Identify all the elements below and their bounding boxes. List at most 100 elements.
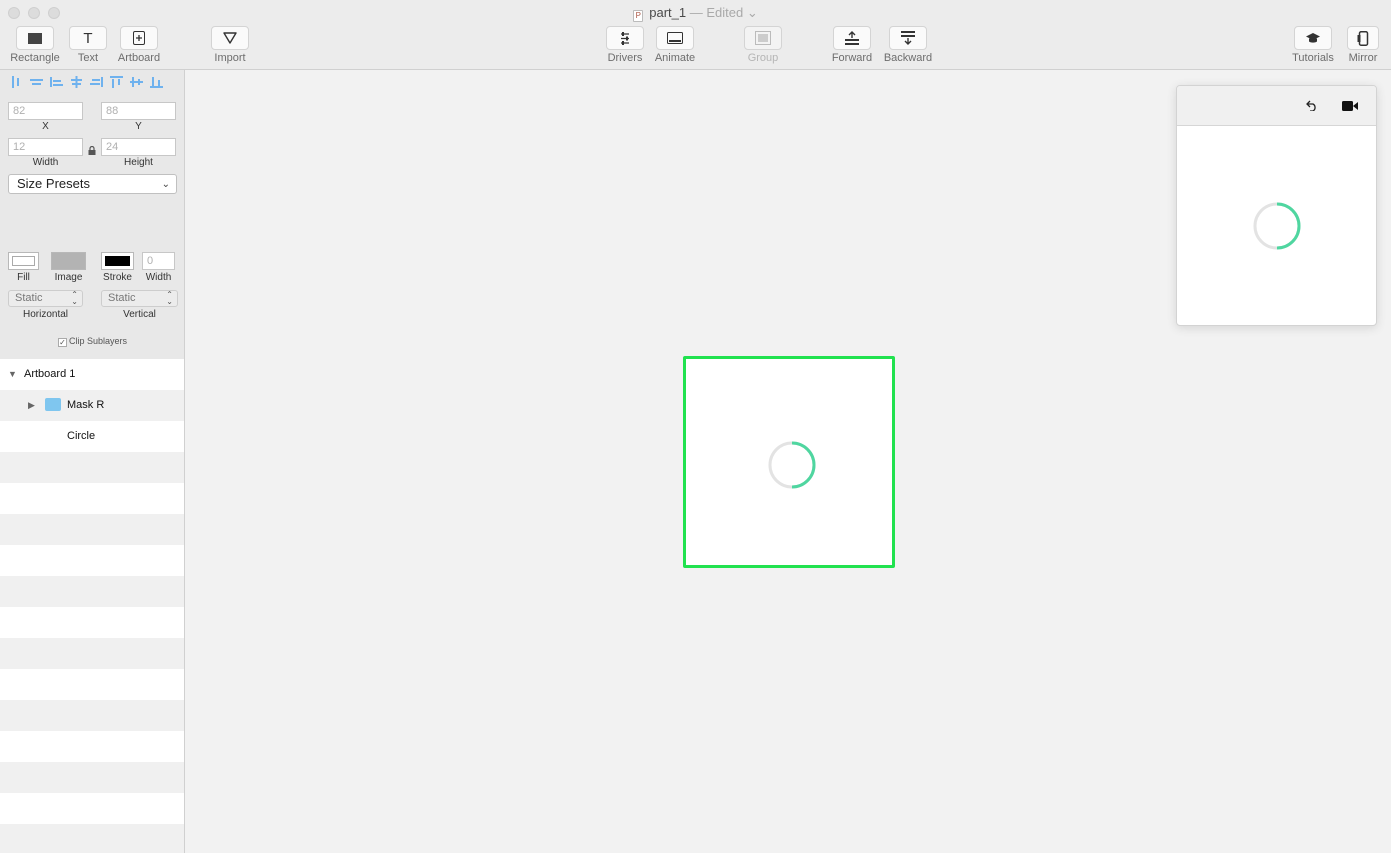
loading-spinner-preview bbox=[1253, 202, 1301, 250]
x-label: X bbox=[42, 121, 49, 132]
lock-icon[interactable] bbox=[88, 142, 96, 160]
text-button[interactable]: T Text bbox=[69, 26, 107, 66]
width-field[interactable]: 12 bbox=[8, 138, 83, 156]
height-field[interactable]: 24 bbox=[101, 138, 176, 156]
text-label: Text bbox=[77, 52, 99, 64]
checkmark-icon: ✓ bbox=[57, 338, 67, 347]
vertical-label: Vertical bbox=[123, 309, 156, 320]
horizontal-constraint-select[interactable]: Static ⌃ ⌄ bbox=[8, 290, 83, 307]
y-label: Y bbox=[135, 121, 142, 132]
preview-window bbox=[1176, 85, 1377, 326]
rectangle-icon bbox=[16, 26, 54, 50]
align-right-icon[interactable] bbox=[88, 74, 105, 90]
layer-row-artboard-1[interactable]: ▼ Artboard 1 bbox=[0, 359, 184, 390]
stroke-width-label: Width bbox=[145, 272, 172, 283]
group-label: Group bbox=[747, 52, 779, 64]
chevron-down-icon: ⌄ bbox=[161, 179, 170, 190]
align-left-icon[interactable] bbox=[8, 74, 25, 90]
fill-label: Fill bbox=[17, 272, 30, 283]
artboard-label: Artboard bbox=[117, 52, 161, 64]
align-middle-icon[interactable] bbox=[68, 74, 85, 90]
artboard-1[interactable] bbox=[683, 356, 895, 568]
alignment-toolbar bbox=[8, 74, 165, 90]
drivers-label: Drivers bbox=[607, 52, 643, 64]
layer-row-empty bbox=[0, 669, 184, 700]
layers-list: ▼ Artboard 1 ▶ Mask R Circle bbox=[0, 359, 184, 853]
artboard-icon bbox=[120, 26, 158, 50]
document-icon: P bbox=[633, 10, 644, 22]
x-field[interactable]: 82 bbox=[8, 102, 83, 120]
layer-row-empty bbox=[0, 762, 184, 793]
align-center-horizontal-icon[interactable] bbox=[28, 74, 45, 90]
drivers-button[interactable]: Drivers bbox=[605, 26, 645, 66]
layer-row-empty bbox=[0, 514, 184, 545]
preview-header bbox=[1177, 86, 1376, 126]
title-toolbar: Ppart_1 — Edited ⌄ Rectangle T Text Artb… bbox=[0, 0, 1391, 70]
animate-label: Animate bbox=[654, 52, 696, 64]
tutorials-button[interactable]: Tutorials bbox=[1290, 26, 1336, 66]
height-label: Height bbox=[124, 157, 153, 168]
clip-sublayers-checkbox[interactable]: ✓ Clip Sublayers bbox=[0, 336, 185, 347]
align-center-vertical-icon[interactable] bbox=[128, 74, 145, 90]
size-presets-value: Size Presets bbox=[17, 176, 90, 191]
animate-button[interactable]: Animate bbox=[653, 26, 697, 66]
stepper-arrows-icon: ⌃ ⌄ bbox=[71, 290, 78, 306]
backward-button[interactable]: Backward bbox=[882, 26, 934, 66]
width-label: Width bbox=[32, 157, 59, 168]
layer-row-empty bbox=[0, 793, 184, 824]
import-icon bbox=[211, 26, 249, 50]
rectangle-button[interactable]: Rectangle bbox=[9, 26, 61, 66]
layer-row-empty bbox=[0, 731, 184, 762]
stroke-label: Stroke bbox=[103, 272, 132, 283]
backward-icon bbox=[889, 26, 927, 50]
rectangle-label: Rectangle bbox=[10, 52, 60, 64]
import-button[interactable]: Import bbox=[211, 26, 249, 66]
layer-row-empty bbox=[0, 452, 184, 483]
clip-sublayers-label: Clip Sublayers bbox=[68, 336, 128, 346]
spinner-arc bbox=[1276, 202, 1301, 250]
layer-row-empty bbox=[0, 545, 184, 576]
vertical-constraint-select[interactable]: Static ⌃ ⌄ bbox=[101, 290, 178, 307]
drivers-icon bbox=[606, 26, 644, 50]
forward-label: Forward bbox=[831, 52, 873, 64]
layer-row-mask-r[interactable]: ▶ Mask R bbox=[0, 390, 184, 421]
artboard-button[interactable]: Artboard bbox=[116, 26, 162, 66]
layer-row-empty bbox=[0, 824, 184, 853]
stepper-arrows-icon: ⌃ ⌄ bbox=[166, 290, 173, 306]
align-bottom-icon[interactable] bbox=[148, 74, 165, 90]
layer-row-empty bbox=[0, 483, 184, 514]
animate-icon bbox=[656, 26, 694, 50]
import-label: Import bbox=[214, 52, 246, 64]
spinner-arc bbox=[791, 441, 816, 489]
graduation-cap-icon bbox=[1294, 26, 1332, 50]
layer-row-circle[interactable]: Circle bbox=[0, 421, 184, 452]
layer-row-empty bbox=[0, 700, 184, 731]
layer-row-empty bbox=[0, 638, 184, 669]
y-field[interactable]: 88 bbox=[101, 102, 176, 120]
tutorials-label: Tutorials bbox=[1292, 52, 1334, 64]
group-button[interactable]: Group bbox=[744, 26, 782, 66]
layer-row-empty bbox=[0, 576, 184, 607]
forward-button[interactable]: Forward bbox=[831, 26, 873, 66]
stroke-swatch[interactable] bbox=[101, 252, 134, 270]
distribute-horizontal-icon[interactable] bbox=[48, 74, 65, 90]
layer-row-empty bbox=[0, 607, 184, 638]
stroke-width-field[interactable]: 0 bbox=[142, 252, 175, 270]
horizontal-label: Horizontal bbox=[22, 309, 69, 320]
image-label: Image bbox=[54, 272, 83, 283]
document-name: part_1 bbox=[649, 5, 687, 20]
disclosure-collapsed-icon[interactable]: ▶ bbox=[28, 390, 35, 421]
layer-name: Circle bbox=[67, 430, 96, 442]
loading-spinner[interactable] bbox=[766, 439, 818, 491]
text-icon: T bbox=[69, 26, 107, 50]
mirror-button[interactable]: Mirror bbox=[1346, 26, 1380, 66]
undo-icon[interactable] bbox=[1306, 98, 1318, 114]
document-title[interactable]: Ppart_1 — Edited ⌄ bbox=[0, 5, 1391, 22]
fill-swatch[interactable] bbox=[8, 252, 39, 270]
video-camera-icon[interactable] bbox=[1342, 98, 1358, 114]
size-presets-select[interactable]: Size Presets ⌄ bbox=[8, 174, 177, 194]
inspector-sidebar: 82 X 88 Y 12 Width 24 Height Size Preset… bbox=[0, 70, 185, 853]
image-swatch[interactable] bbox=[51, 252, 86, 270]
align-top-icon[interactable] bbox=[108, 74, 125, 90]
disclosure-expanded-icon[interactable]: ▼ bbox=[8, 359, 17, 390]
